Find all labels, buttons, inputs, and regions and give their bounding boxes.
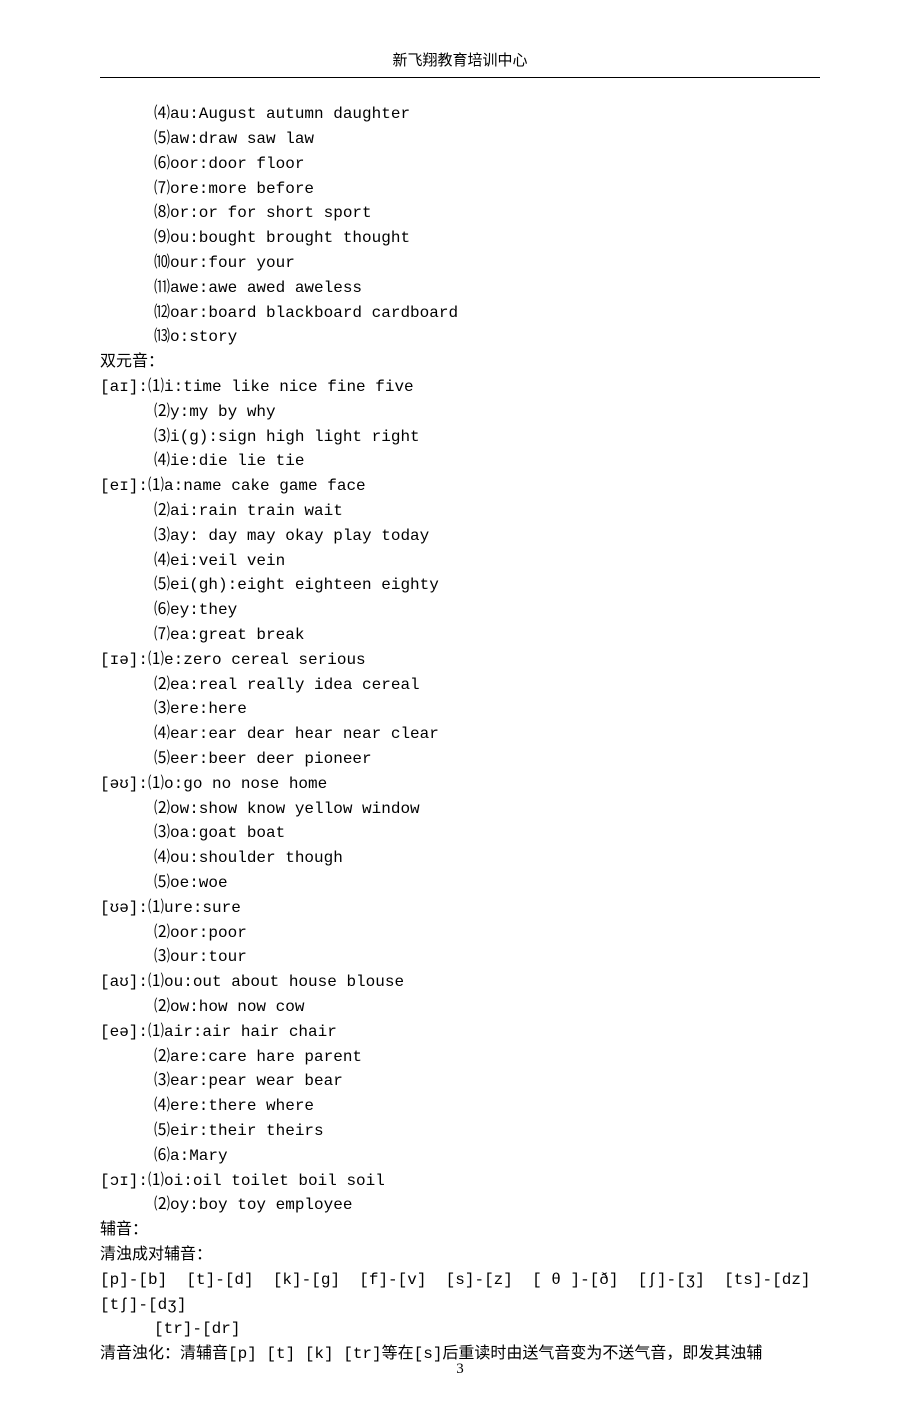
text-line: ⑷ou:shoulder though bbox=[100, 846, 820, 871]
text-line: ⑸oe:woe bbox=[100, 871, 820, 896]
text-line: 清浊成对辅音： bbox=[100, 1243, 820, 1268]
text-line: 辅音： bbox=[100, 1218, 820, 1243]
text-line: ⒀o:story bbox=[100, 325, 820, 350]
text-line: ⑿oar:board blackboard cardboard bbox=[100, 301, 820, 326]
text-line: ⑷ei:veil vein bbox=[100, 549, 820, 574]
text-line: [aʊ]:⑴ou:out about house blouse bbox=[100, 970, 820, 995]
text-line: ⑾awe:awe awed aweless bbox=[100, 276, 820, 301]
text-line: [eɪ]:⑴a:name cake game face bbox=[100, 474, 820, 499]
text-line: ⑺ore:more before bbox=[100, 177, 820, 202]
header-rule bbox=[100, 77, 820, 78]
text-line: ⑸ei(gh):eight eighteen eighty bbox=[100, 573, 820, 598]
text-line: ⑷ie:die lie tie bbox=[100, 449, 820, 474]
document-body: ⑷au:August autumn daughter⑸aw:draw saw l… bbox=[100, 102, 820, 1367]
text-line: ⑷au:August autumn daughter bbox=[100, 102, 820, 127]
page-header: 新飞翔教育培训中心 bbox=[100, 50, 820, 73]
text-line: ⑷ere:there where bbox=[100, 1094, 820, 1119]
text-line: ⑶i(g):sign high light right bbox=[100, 425, 820, 450]
text-line: ⑶ere:here bbox=[100, 697, 820, 722]
text-line: ⑵ai:rain train wait bbox=[100, 499, 820, 524]
page-container: 新飞翔教育培训中心 ⑷au:August autumn daughter⑸aw:… bbox=[0, 0, 920, 1417]
text-line: ⑹a:Mary bbox=[100, 1144, 820, 1169]
text-line: ⑸aw:draw saw law bbox=[100, 127, 820, 152]
text-line: ⑼ou:bought brought thought bbox=[100, 226, 820, 251]
text-line: ⑵ow:how now cow bbox=[100, 995, 820, 1020]
text-line: [tr]-[dr] bbox=[100, 1317, 820, 1342]
text-line: [ʊə]:⑴ure:sure bbox=[100, 896, 820, 921]
text-line: [ɔɪ]:⑴oi:oil toilet boil soil bbox=[100, 1169, 820, 1194]
text-line: ⑵ea:real really idea cereal bbox=[100, 673, 820, 698]
page-number: 3 bbox=[0, 1358, 920, 1381]
text-line: [əʊ]:⑴o:go no nose home bbox=[100, 772, 820, 797]
text-line: ⑶our:tour bbox=[100, 945, 820, 970]
text-line: ⑻or:or for short sport bbox=[100, 201, 820, 226]
text-line: [ɪə]:⑴e:zero cereal serious bbox=[100, 648, 820, 673]
text-line: 双元音： bbox=[100, 350, 820, 375]
text-line: ⑶ay: day may okay play today bbox=[100, 524, 820, 549]
text-line: ⑵y:my by why bbox=[100, 400, 820, 425]
text-line: ⑶ear:pear wear bear bbox=[100, 1069, 820, 1094]
text-line: ⑵oy:boy toy employee bbox=[100, 1193, 820, 1218]
text-line: ⑹oor:door floor bbox=[100, 152, 820, 177]
text-line: ⑸eer:beer deer pioneer bbox=[100, 747, 820, 772]
text-line: ⑵are:care hare parent bbox=[100, 1045, 820, 1070]
text-line: ⑵oor:poor bbox=[100, 921, 820, 946]
text-line: ⑹ey:they bbox=[100, 598, 820, 623]
text-line: ⑺ea:great break bbox=[100, 623, 820, 648]
text-line: ⑶oa:goat boat bbox=[100, 821, 820, 846]
text-line: [eə]:⑴air:air hair chair bbox=[100, 1020, 820, 1045]
text-line: [aɪ]:⑴i:time like nice fine five bbox=[100, 375, 820, 400]
text-line: [p]-[b] [t]-[d] [k]-[g] [f]-[v] [s]-[z] … bbox=[100, 1268, 820, 1318]
text-line: ⑵ow:show know yellow window bbox=[100, 797, 820, 822]
text-line: ⑸eir:their theirs bbox=[100, 1119, 820, 1144]
text-line: ⑷ear:ear dear hear near clear bbox=[100, 722, 820, 747]
text-line: ⑽our:four your bbox=[100, 251, 820, 276]
